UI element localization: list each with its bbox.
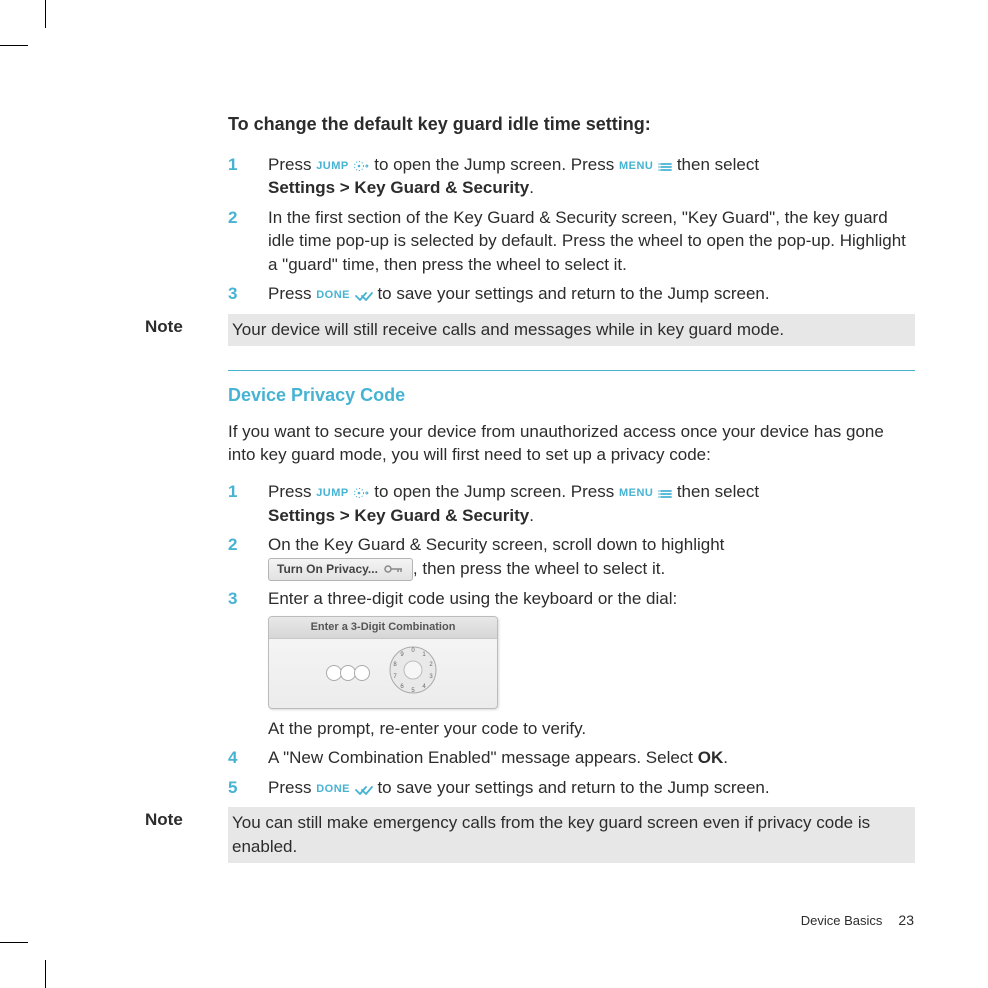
jump-icon — [353, 160, 369, 172]
step-row: 4 A "New Combination Enabled" message ap… — [228, 746, 915, 769]
step-number: 4 — [228, 746, 268, 769]
step-number: 2 — [228, 533, 268, 580]
step-number: 1 — [228, 480, 268, 527]
text: to save your settings and return to the … — [377, 284, 769, 303]
step-body: Press DONE to save your settings and ret… — [268, 282, 915, 305]
step-row: 2 In the first section of the Key Guard … — [228, 206, 915, 276]
text: Enter a three-digit code using the keybo… — [268, 589, 677, 608]
crop-mark — [45, 0, 46, 28]
bold-ok: OK — [698, 748, 724, 767]
step-row: 3 Press DONE to save your settings and r… — [228, 282, 915, 305]
code-slots — [328, 665, 370, 681]
text: At the prompt, re-enter your code to ver… — [268, 717, 915, 740]
section-rule — [228, 370, 915, 371]
step-row: 2 On the Key Guard & Security screen, sc… — [228, 533, 915, 580]
page-footer: Device Basics 23 — [801, 912, 914, 928]
jump-icon — [353, 487, 369, 499]
step-number: 2 — [228, 206, 268, 276]
note-body: You can still make emergency calls from … — [228, 807, 915, 863]
key-icon — [384, 564, 404, 574]
step-number: 5 — [228, 776, 268, 799]
step-row: 1 Press JUMP to open the Jump screen. Pr… — [228, 153, 915, 200]
crop-mark — [0, 45, 28, 46]
step-body: Press JUMP to open the Jump screen. Pres… — [268, 153, 915, 200]
content-area: To change the default key guard idle tim… — [145, 114, 915, 887]
rotary-dial-icon[interactable]: 0 1 2 3 4 5 6 7 8 9 — [388, 645, 438, 701]
text: On the Key Guard & Security screen, scro… — [268, 535, 724, 554]
text: . — [529, 178, 534, 197]
crop-mark — [45, 960, 46, 988]
dialog-title: Enter a 3-Digit Combination — [269, 617, 497, 639]
text: Press — [268, 778, 316, 797]
text: then select — [677, 155, 759, 174]
step-body: Press JUMP to open the Jump screen. Pres… — [268, 480, 915, 527]
text: . — [529, 506, 534, 525]
menu-keycap: MENU — [619, 160, 653, 172]
done-keycap: DONE — [316, 289, 350, 301]
subsection-title: Device Privacy Code — [228, 385, 915, 406]
chip-label: Turn On Privacy... — [277, 561, 378, 578]
steps-list-2: 1 Press JUMP to open the Jump screen. Pr… — [228, 480, 915, 799]
step-number: 3 — [228, 282, 268, 305]
text: to save your settings and return to the … — [377, 778, 769, 797]
text: Press — [268, 155, 316, 174]
step-body: In the first section of the Key Guard & … — [268, 206, 915, 276]
text: to open the Jump screen. Press — [374, 482, 619, 501]
note-block: Note You can still make emergency calls … — [145, 807, 915, 863]
text: to open the Jump screen. Press — [374, 155, 619, 174]
text: Press — [268, 482, 316, 501]
step-body: Enter a three-digit code using the keybo… — [268, 587, 915, 741]
bold-path: Settings > Key Guard & Security — [268, 178, 529, 197]
step-row: 5 Press DONE to save your settings and r… — [228, 776, 915, 799]
step-body: A "New Combination Enabled" message appe… — [268, 746, 915, 769]
text: then select — [677, 482, 759, 501]
steps-list-1: 1 Press JUMP to open the Jump screen. Pr… — [228, 153, 915, 306]
text: Press — [268, 284, 316, 303]
step-number: 3 — [228, 587, 268, 741]
step-number: 1 — [228, 153, 268, 200]
combination-dialog: Enter a 3-Digit Combination — [268, 616, 498, 709]
note-label: Note — [145, 807, 228, 830]
bold-path: Settings > Key Guard & Security — [268, 506, 529, 525]
jump-keycap: JUMP — [316, 487, 349, 499]
step-body: On the Key Guard & Security screen, scro… — [268, 533, 915, 580]
text: A "New Combination Enabled" message appe… — [268, 748, 698, 767]
intro-paragraph: If you want to secure your device from u… — [228, 420, 915, 467]
turn-on-privacy-button[interactable]: Turn On Privacy... — [268, 558, 413, 581]
menu-icon — [658, 489, 672, 499]
menu-icon — [658, 162, 672, 172]
code-slot[interactable] — [354, 665, 370, 681]
text: , then press the wheel to select it. — [413, 559, 665, 578]
done-icon — [355, 291, 373, 301]
jump-keycap: JUMP — [316, 160, 349, 172]
menu-keycap: MENU — [619, 487, 653, 499]
page: To change the default key guard idle tim… — [0, 0, 988, 988]
step-row: 3 Enter a three-digit code using the key… — [228, 587, 915, 741]
dialog-body: 0 1 2 3 4 5 6 7 8 9 — [269, 639, 497, 701]
done-keycap: DONE — [316, 783, 350, 795]
done-icon — [355, 785, 373, 795]
footer-section: Device Basics — [801, 913, 883, 928]
crop-mark — [0, 942, 28, 943]
text: . — [723, 748, 728, 767]
step-row: 1 Press JUMP to open the Jump screen. Pr… — [228, 480, 915, 527]
page-number: 23 — [898, 912, 914, 928]
note-body: Your device will still receive calls and… — [228, 314, 915, 346]
note-block: Note Your device will still receive call… — [145, 314, 915, 346]
step-body: Press DONE to save your settings and ret… — [268, 776, 915, 799]
section-heading: To change the default key guard idle tim… — [228, 114, 915, 135]
note-label: Note — [145, 314, 228, 337]
